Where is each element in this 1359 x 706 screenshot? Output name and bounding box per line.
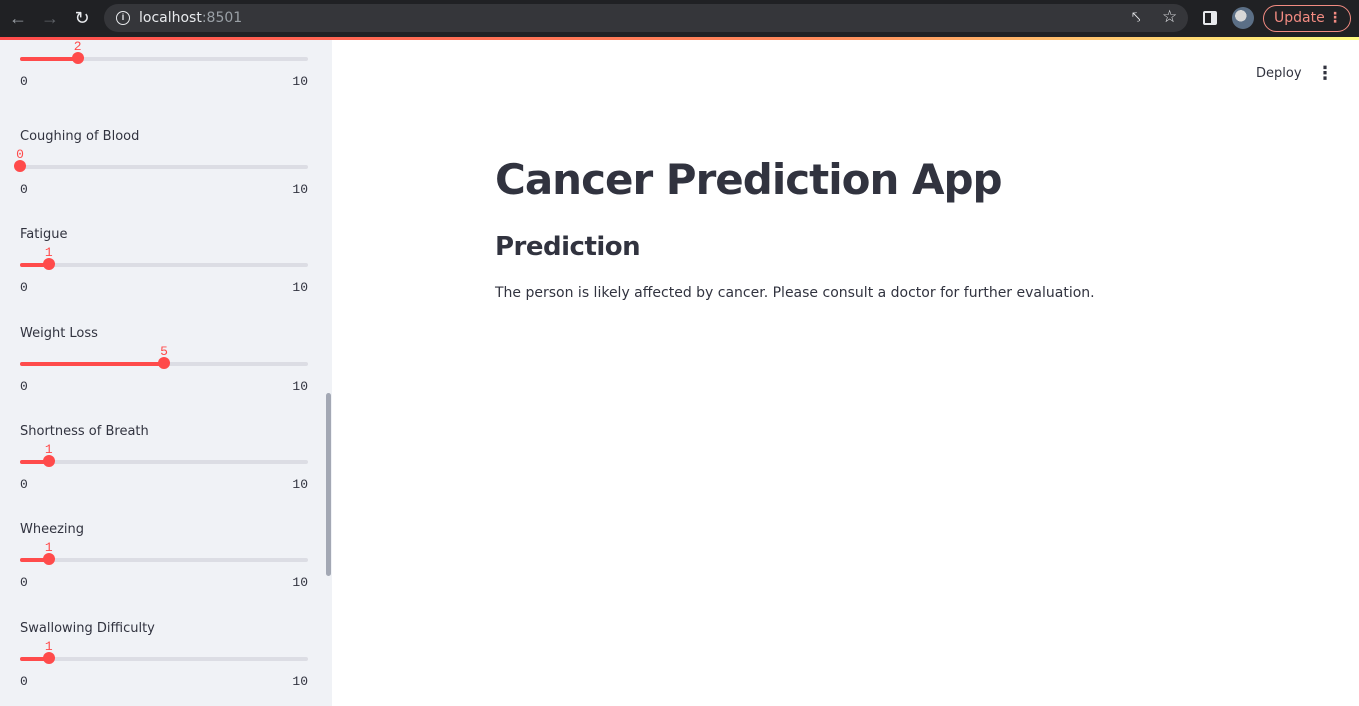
slider-min-label: 0 [20,182,28,197]
slider-label: Fatigue [20,227,68,242]
slider-coughing-of-blood[interactable]: Coughing of Blood 0 0 10 [14,129,308,209]
slider-track[interactable] [20,460,308,464]
avatar[interactable] [1232,7,1254,29]
main-menu-icon[interactable]: ⋮ [1316,62,1334,84]
forward-icon[interactable]: → [40,8,60,28]
slider-thumb[interactable] [42,553,55,565]
slider-min-label: 0 [20,280,28,295]
share-icon[interactable]: ⤣ [1132,9,1140,26]
slider-min-label: 0 [20,575,28,590]
star-icon[interactable]: ☆ [1162,7,1177,27]
slider-shortness-of-breath[interactable]: Shortness of Breath 1 0 10 [20,424,308,504]
slider-thumb[interactable] [71,52,84,64]
address-bar[interactable]: i localhost:8501 ⤣ ☆ [104,4,1188,32]
slider-min-label: 0 [20,74,28,89]
reload-icon[interactable]: ↻ [72,8,92,28]
slider-fatigue[interactable]: Fatigue 1 0 10 [20,227,308,307]
kebab-menu-icon: ⋮ [1328,10,1342,26]
slider-track[interactable] [20,263,308,267]
slider-thumb[interactable] [14,160,26,172]
slider-min-label: 0 [20,379,28,394]
slider-max-label: 10 [292,674,308,689]
section-title: Prediction [495,232,641,262]
page-title: Cancer Prediction App [495,155,1003,204]
slider-chest-pain[interactable]: Chest Pain2010 [20,40,308,101]
slider-max-label: 10 [292,379,308,394]
url-port: :8501 [201,10,243,26]
slider-label: Wheezing [20,522,85,537]
slider-swallowing-difficulty[interactable]: Swallowing Difficulty 1 0 10 [20,621,308,701]
slider-label: Swallowing Difficulty [20,621,155,636]
slider-max-label: 10 [292,280,308,295]
url-text[interactable]: localhost:8501 [139,10,242,26]
slider-min-label: 0 [20,477,28,492]
sidebar: Chest Pain2010Coughing of Blood0010Fatig… [0,40,332,706]
slider-label: Shortness of Breath [20,424,149,439]
slider-label: Weight Loss [20,326,98,341]
slider-max-label: 10 [292,182,308,197]
side-panel-icon[interactable] [1203,11,1217,25]
update-button[interactable]: Update ⋮ [1263,5,1351,32]
sidebar-scrollbar[interactable] [326,393,331,576]
deploy-button[interactable]: Deploy [1246,64,1312,83]
prediction-result: The person is likely affected by cancer.… [495,285,1095,301]
url-host: localhost [139,10,202,26]
slider-min-label: 0 [20,674,28,689]
slider-wheezing[interactable]: Wheezing 1 0 10 [20,522,308,602]
slider-track[interactable] [20,657,308,661]
slider-track[interactable] [20,558,308,562]
slider-track[interactable] [20,57,308,61]
update-button-label: Update [1274,10,1325,26]
slider-fill [20,362,164,366]
back-icon[interactable]: ← [8,8,28,28]
slider-max-label: 10 [292,575,308,590]
slider-thumb[interactable] [158,357,170,369]
slider-label: Coughing of Blood [20,129,140,144]
info-icon[interactable]: i [116,11,130,25]
slider-weight-loss[interactable]: Weight Loss 5 0 10 [20,326,308,406]
slider-track[interactable] [20,165,308,169]
slider-max-label: 10 [292,477,308,492]
browser-toolbar: ← → ↻ i localhost:8501 ⤣ ☆ Update ⋮ [0,0,1359,37]
slider-thumb[interactable] [42,652,55,664]
slider-fill [20,57,78,61]
slider-thumb[interactable] [42,455,55,467]
slider-thumb[interactable] [42,258,55,270]
slider-max-label: 10 [292,74,308,89]
